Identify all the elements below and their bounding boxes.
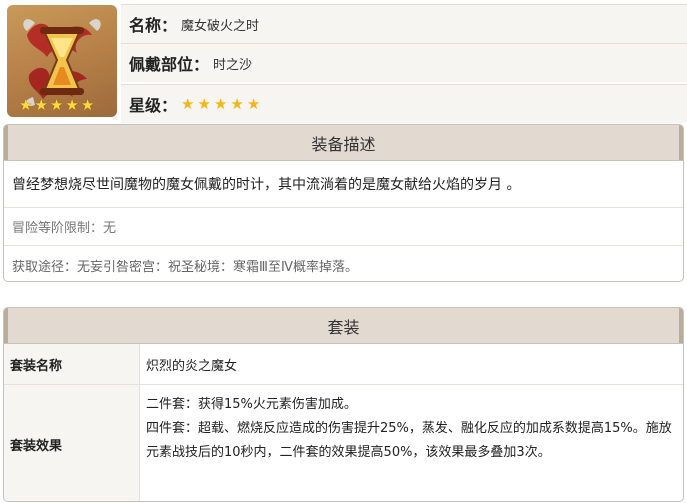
description-text: 曾经梦想烧尽世间魔物的魔女佩戴的时计，其中流淌着的是魔女献给火焰的岁月 。 — [4, 161, 683, 208]
slot-label: 佩戴部位： — [129, 55, 210, 74]
artifact-image: ★ ★ ★ ★ ★ — [7, 5, 117, 117]
set-name-key: 套装名称 — [4, 344, 140, 384]
name-label: 名称： — [129, 16, 178, 35]
set-name-value: 炽烈的炎之魔女 — [146, 358, 238, 374]
rarity-label: 星级： — [129, 96, 178, 115]
star-icon: ★ — [197, 94, 211, 113]
rank-limit: 冒险等阶限制：无 — [4, 208, 683, 246]
star-icon: ★ — [19, 96, 33, 114]
star-icon: ★ — [49, 96, 64, 114]
artifact-name: 魔女破火之时 — [181, 18, 260, 34]
star-icon: ★ — [181, 94, 195, 113]
rarity-stars: ★ ★ ★ ★ ★ — [181, 94, 261, 113]
set-effect-row: 套装效果 二件套：获得15%火元素伤害加成。 四件套：超载、燃烧反应造成的伤害提… — [4, 385, 683, 501]
set-effect-2pc: 二件套：获得15%火元素伤害加成。 — [146, 397, 357, 412]
star-icon: ★ — [65, 96, 79, 114]
set-effect-key: 套装效果 — [4, 385, 140, 501]
set-effect-value: 二件套：获得15%火元素伤害加成。 四件套：超载、燃烧反应造成的伤害提升25%，… — [140, 385, 683, 501]
description-title: 装备描述 — [4, 125, 683, 161]
artifact-info-card: ★ ★ ★ ★ ★ 名称： 魔女破火之时 佩戴部位： 时之沙 星级： ★ ★ ★… — [0, 0, 687, 123]
star-icon: ★ — [213, 94, 228, 113]
set-name-row: 套装名称 炽烈的炎之魔女 — [4, 344, 683, 385]
artifact-slot: 时之沙 — [213, 57, 253, 73]
star-icon: ★ — [80, 96, 95, 114]
acquisition-source: 获取途径：无妄引咎密宫：祝圣秘境：寒霜Ⅲ至Ⅳ概率掉落。 — [12, 259, 358, 275]
artifact-slot-row: 佩戴部位： 时之沙 — [121, 43, 687, 82]
description-section: 装备描述 曾经梦想烧尽世间魔物的魔女佩戴的时计，其中流淌着的是魔女献给火焰的岁月… — [3, 124, 684, 282]
artifact-rarity-row: 星级： ★ ★ ★ ★ ★ — [121, 84, 687, 123]
set-section: 套装 套装名称 炽烈的炎之魔女 套装效果 二件套：获得15%火元素伤害加成。 四… — [3, 307, 684, 502]
star-icon: ★ — [230, 94, 244, 113]
set-title: 套装 — [4, 308, 683, 344]
artifact-name-row: 名称： 魔女破火之时 — [121, 4, 687, 43]
set-effect-4pc: 四件套：超载、燃烧反应造成的伤害提升25%，蒸发、融化反应的加成系数提高15%。… — [146, 421, 672, 460]
artifact-image-stars: ★ ★ ★ ★ ★ — [19, 98, 94, 113]
star-icon: ★ — [246, 94, 261, 113]
star-icon: ★ — [34, 96, 48, 114]
